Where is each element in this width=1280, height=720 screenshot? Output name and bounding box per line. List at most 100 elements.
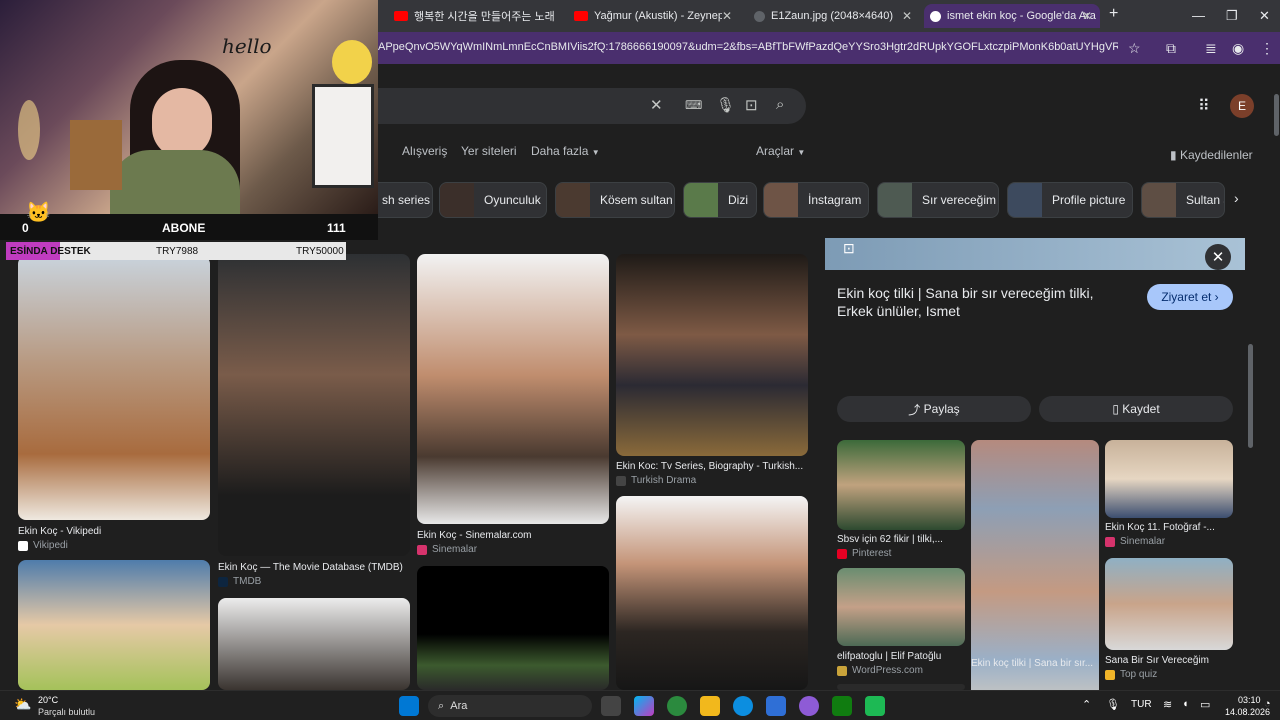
chip-label: Sultan a — [1186, 193, 1224, 207]
close-icon[interactable]: ✕ — [902, 9, 912, 23]
obs-icon[interactable] — [799, 696, 819, 716]
chip[interactable]: İnstagram — [763, 182, 869, 218]
chip[interactable]: Dizi — [683, 182, 757, 218]
tab-1[interactable]: 행복한 시간을 만들어주는 노래 — [388, 4, 558, 28]
image-result[interactable] — [18, 256, 210, 520]
app-icon[interactable] — [865, 696, 885, 716]
related-caption[interactable]: Sana Bir Sır Vereceğim — [1105, 655, 1233, 666]
related-caption[interactable]: Ekin Koç 11. Fotoğraf -... — [1105, 522, 1233, 533]
task-view-icon[interactable] — [601, 696, 621, 716]
saved-link[interactable]: ▮ Kaydedilenler — [1170, 148, 1253, 162]
chip[interactable]: Oyunculuk — [439, 182, 547, 218]
extensions-icon[interactable]: ⧉ — [1166, 40, 1176, 57]
close-icon[interactable]: ✕ — [722, 9, 732, 23]
search-input[interactable]: ✕ ⌨ 🎙 ⊡ ⌕ — [340, 88, 806, 124]
start-icon[interactable] — [399, 696, 419, 716]
weather-temp[interactable]: 20°C — [38, 695, 58, 705]
page-scrollbar[interactable] — [1274, 94, 1279, 136]
weather-desc[interactable]: Parçalı bulutlu — [38, 707, 95, 717]
related-image[interactable] — [837, 440, 965, 530]
avatar[interactable]: E — [1230, 94, 1254, 118]
chip[interactable]: Kösem sultan — [555, 182, 675, 218]
result-caption[interactable]: Ekin Koç - Vikipedi — [18, 526, 101, 537]
minimize-button[interactable]: — — [1192, 8, 1205, 23]
related-image[interactable] — [1105, 558, 1233, 650]
star-bookmark-icon[interactable]: ☆ — [1128, 40, 1141, 57]
image-result[interactable] — [417, 566, 609, 690]
related-caption[interactable]: elifpatoglu | Elif Patoğlu — [837, 651, 965, 662]
copilot-icon[interactable] — [634, 696, 654, 716]
keyboard-icon[interactable]: ⌨ — [685, 98, 702, 112]
chip[interactable]: Sultan a — [1141, 182, 1225, 218]
related-caption[interactable]: Sbsv için 62 fikir | tilki,... — [837, 534, 965, 545]
clear-icon[interactable]: ✕ — [650, 96, 663, 114]
chip-label: Kösem sultan — [600, 193, 673, 207]
wifi-icon[interactable]: ≋ — [1163, 698, 1172, 711]
nav-shopping[interactable]: Alışveriş — [402, 144, 447, 158]
battery-icon[interactable]: ▭ — [1200, 698, 1210, 711]
visit-button[interactable]: Ziyaret et › — [1147, 284, 1233, 310]
close-panel-button[interactable]: ✕ — [1205, 244, 1231, 270]
result-caption[interactable]: Ekin Koç — The Movie Database (TMDB) — [218, 562, 403, 573]
nav-tools[interactable]: Araçlar ▼ — [756, 144, 805, 158]
image-result[interactable] — [218, 254, 410, 556]
tab-4-active[interactable]: ismet ekin koç - Google'da Ara ✕ — [924, 4, 1100, 28]
volume-icon[interactable]: ◖ — [1182, 698, 1189, 710]
windows-taskbar: ⛅ 20°C Parçalı bulutlu ⌕ Ara ⌃ 🎙 TUR ≋ ◖… — [0, 690, 1280, 720]
tab-2[interactable]: Yağmur (Akustik) - Zeynep Bast ✕ — [568, 4, 740, 28]
preview-image-strip[interactable] — [825, 238, 1245, 270]
menu-kebab-icon[interactable]: ⋮ — [1260, 40, 1274, 57]
clock-time[interactable]: 03:10 — [1238, 695, 1261, 705]
weather-icon[interactable]: ⛅ — [14, 696, 31, 713]
panel-scrollbar[interactable] — [1248, 344, 1253, 448]
related-source: Top quiz — [1105, 669, 1157, 680]
save-button[interactable]: ▯ Kaydet — [1039, 396, 1233, 422]
url-field[interactable]: APpeQnvO5WYqWmINmLmnEcCnBMIViis2fQ:17866… — [378, 41, 1118, 53]
search-icon[interactable]: ⌕ — [776, 96, 784, 113]
result-caption[interactable]: Ekin Koç - Sinemalar.com — [417, 530, 532, 541]
related-caption[interactable]: Ekin koç tilki | Sana bir sır... — [971, 658, 1099, 669]
chevron-up-icon[interactable]: ⌃ — [1082, 698, 1091, 711]
store-icon[interactable] — [766, 696, 786, 716]
microphone-icon[interactable]: 🎙 — [1106, 698, 1120, 711]
lamp — [18, 100, 40, 160]
panel-title[interactable]: Ekin koç tilki | Sana bir sır vereceğim … — [837, 284, 1127, 320]
related-image[interactable] — [1105, 440, 1233, 518]
notification-icon[interactable]: ◔ — [1264, 698, 1271, 710]
edge-icon[interactable] — [733, 696, 753, 716]
new-tab-button[interactable]: + — [1109, 5, 1118, 23]
tab-title: 행복한 시간을 만들어주는 노래 — [414, 11, 555, 23]
microphone-icon[interactable]: 🎙 — [716, 96, 735, 114]
apps-grid-icon[interactable]: ⠿ — [1198, 96, 1210, 116]
chrome-icon[interactable] — [667, 696, 687, 716]
profile-icon[interactable]: ◉ — [1232, 40, 1244, 57]
related-image[interactable] — [837, 568, 965, 646]
tab-3[interactable]: E1Zaun.jpg (2048×4640) ✕ — [748, 4, 920, 28]
topquiz-icon — [1105, 669, 1115, 680]
image-result[interactable] — [616, 496, 808, 690]
image-result[interactable] — [18, 560, 210, 690]
share-button[interactable]: ⤴ Paylaş — [837, 396, 1031, 422]
file-explorer-icon[interactable] — [700, 696, 720, 716]
related-image[interactable] — [971, 440, 1099, 716]
language-indicator[interactable]: TUR — [1131, 699, 1152, 710]
close-window-button[interactable]: ✕ — [1259, 8, 1270, 24]
nav-sites[interactable]: Yer siteleri — [461, 144, 517, 158]
chip-thumbnail — [440, 183, 474, 217]
image-result[interactable] — [417, 254, 609, 524]
chip[interactable]: Profile picture — [1007, 182, 1133, 218]
lens-icon[interactable]: ⊡ — [745, 96, 758, 114]
lens-icon[interactable]: ⊡ — [843, 240, 855, 257]
image-result[interactable] — [218, 598, 410, 690]
nav-more[interactable]: Daha fazla ▼ — [531, 144, 600, 158]
taskbar-search[interactable]: ⌕ Ara — [428, 695, 592, 717]
image-result[interactable] — [616, 254, 808, 456]
restore-button[interactable]: ❐ — [1226, 8, 1238, 24]
chip[interactable]: Sır vereceğim — [877, 182, 999, 218]
xbox-icon[interactable] — [832, 696, 852, 716]
media-controls-icon[interactable]: ≣ — [1205, 40, 1217, 57]
result-caption[interactable]: Ekin Koc: Tv Series, Biography - Turkish… — [616, 461, 806, 472]
chevron-right-icon[interactable]: › — [1234, 190, 1239, 206]
close-icon[interactable]: ✕ — [1082, 9, 1092, 23]
chip-label: Profile picture — [1052, 193, 1126, 207]
